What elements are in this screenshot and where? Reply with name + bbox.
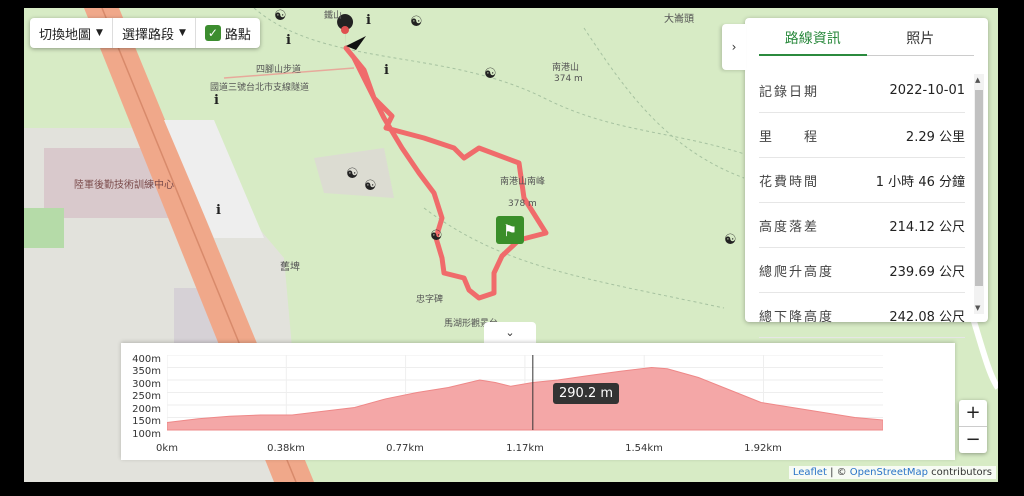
svg-text:i: i bbox=[286, 33, 291, 48]
zoom-control: + − bbox=[959, 400, 987, 453]
select-segment-label: 選擇路段 bbox=[121, 27, 174, 43]
panel-tabs: 路線資訊 照片 bbox=[759, 24, 974, 56]
svg-text:☯: ☯ bbox=[274, 8, 287, 24]
svg-text:☯: ☯ bbox=[484, 66, 497, 82]
scroll-down-icon[interactable]: ▼ bbox=[975, 304, 980, 312]
x-tick: 1.54km bbox=[625, 443, 663, 454]
stat-label: 總爬升高度 bbox=[759, 264, 835, 280]
hiker-icon: ⚑ bbox=[496, 216, 524, 244]
label-sijiaoshan: 四腳山步道 bbox=[256, 63, 301, 75]
stat-label: 高度落差 bbox=[759, 219, 820, 235]
y-tick: 150m bbox=[132, 416, 161, 427]
svg-text:☯: ☯ bbox=[724, 232, 737, 248]
switch-map-label: 切換地圖 bbox=[39, 27, 92, 43]
y-tick: 300m bbox=[132, 379, 161, 390]
stat-row: 花費時間 1 小時 46 分鐘 bbox=[759, 158, 965, 203]
elevation-tooltip: 290.2 m bbox=[553, 383, 620, 404]
collapse-panel-button[interactable]: › bbox=[722, 24, 746, 70]
x-tick: 0km bbox=[156, 443, 178, 454]
osm-link[interactable]: OpenStreetMap bbox=[850, 467, 928, 478]
stat-value: 242.08 公尺 bbox=[889, 309, 965, 325]
stat-value: 214.12 公尺 bbox=[889, 219, 965, 235]
chevron-down-icon: ▼ bbox=[96, 28, 103, 38]
elevation-profile[interactable]: 400m 350m 300m 250m 200m 150m 100m 0km 0… bbox=[121, 343, 955, 460]
chevron-down-icon: ▼ bbox=[178, 28, 186, 38]
y-tick: 250m bbox=[132, 391, 161, 402]
attribution-contrib: contributors bbox=[928, 467, 992, 478]
svg-text:☯: ☯ bbox=[364, 178, 377, 194]
svg-text:i: i bbox=[384, 63, 389, 78]
svg-text:i: i bbox=[214, 93, 219, 108]
label-nangang-peak-elev: 374 m bbox=[554, 74, 583, 84]
stat-row: 總爬升高度 239.69 公尺 bbox=[759, 248, 965, 293]
label-dacuitou: 大崙頭 bbox=[664, 12, 694, 25]
svg-text:i: i bbox=[366, 13, 371, 28]
panel-scrollbar[interactable]: ▲ ▼ bbox=[974, 74, 984, 314]
leaflet-link[interactable]: Leaflet bbox=[793, 467, 827, 478]
stat-value: 2022-10-01 bbox=[889, 82, 965, 98]
label-neihu-hwy: 國道三號台北市支線隧道 bbox=[210, 81, 309, 93]
tab-route-info[interactable]: 路線資訊 bbox=[759, 24, 867, 56]
svg-text:☯: ☯ bbox=[430, 228, 443, 244]
stat-row: 里 程 2.29 公里 bbox=[759, 113, 965, 158]
label-nangang-peak: 南港山 bbox=[552, 61, 579, 73]
y-tick: 350m bbox=[132, 366, 161, 377]
tab-photos[interactable]: 照片 bbox=[866, 24, 974, 56]
zoom-out-button[interactable]: − bbox=[959, 426, 987, 453]
label-tieshan: 鐵山 bbox=[324, 9, 342, 21]
waypoints-toggle[interactable]: ✓ 路點 bbox=[194, 18, 260, 48]
label-south-peak-elev: 378 m bbox=[508, 199, 537, 209]
stat-label: 里 程 bbox=[759, 129, 820, 145]
svg-text:☯: ☯ bbox=[410, 14, 423, 30]
stat-row: 高度落差 214.12 公尺 bbox=[759, 203, 965, 248]
zoom-in-button[interactable]: + bbox=[959, 400, 987, 426]
checkbox-checked-icon: ✓ bbox=[204, 25, 221, 41]
attribution-sep: | © bbox=[826, 467, 850, 478]
x-tick: 0.38km bbox=[267, 443, 305, 454]
scroll-up-icon[interactable]: ▲ bbox=[975, 76, 980, 84]
map-attribution: Leaflet | © OpenStreetMap contributors bbox=[788, 466, 996, 479]
switch-map-dropdown[interactable]: 切換地圖 ▼ bbox=[30, 18, 112, 48]
x-tick: 0.77km bbox=[386, 443, 424, 454]
route-stats: 記錄日期 2022-10-01 里 程 2.29 公里 花費時間 1 小時 46 分鐘… bbox=[745, 68, 965, 338]
label-army-school: 陸軍後勤技術訓練中心 bbox=[74, 178, 174, 191]
x-tick: 1.92km bbox=[744, 443, 782, 454]
map-frame[interactable]: ⚑ ☯☯☯ ☯☯☯ ☯☯ iii ii 四腳山步道 國道三號台北市支線隧道 陸軍… bbox=[24, 8, 998, 482]
stat-row: 總下降高度 242.08 公尺 bbox=[759, 293, 965, 338]
waypoints-label: 路點 bbox=[224, 27, 251, 43]
y-tick: 100m bbox=[132, 429, 161, 440]
stat-label: 記錄日期 bbox=[759, 84, 820, 100]
y-tick: 400m bbox=[132, 354, 161, 365]
elevation-collapse-button[interactable]: ⌄ bbox=[484, 322, 536, 344]
stat-value: 239.69 公尺 bbox=[889, 264, 965, 280]
stat-label: 花費時間 bbox=[759, 174, 820, 190]
label-zishu: 忠字碑 bbox=[416, 293, 443, 305]
scroll-thumb[interactable] bbox=[975, 90, 983, 286]
map-controls: 切換地圖 ▼ 選擇路段 ▼ ✓ 路點 bbox=[30, 18, 260, 48]
svg-text:i: i bbox=[216, 203, 221, 218]
svg-text:⚑: ⚑ bbox=[503, 221, 517, 240]
elevation-chart[interactable] bbox=[167, 355, 883, 443]
stat-row: 記錄日期 2022-10-01 bbox=[759, 68, 965, 113]
y-tick: 200m bbox=[132, 404, 161, 415]
select-segment-dropdown[interactable]: 選擇路段 ▼ bbox=[111, 18, 195, 48]
stat-value: 1 小時 46 分鐘 bbox=[875, 174, 965, 190]
stat-label: 總下降高度 bbox=[759, 309, 835, 325]
stat-value: 2.29 公里 bbox=[905, 129, 965, 145]
svg-text:☯: ☯ bbox=[346, 166, 359, 182]
route-info-panel: › 路線資訊 照片 記錄日期 2022-10-01 里 程 2.29 公里 花費時間… bbox=[722, 18, 988, 338]
x-tick: 1.17km bbox=[506, 443, 544, 454]
label-jiuwuling: 舊埤 bbox=[280, 260, 300, 273]
label-south-peak: 南港山南峰 bbox=[500, 175, 545, 187]
